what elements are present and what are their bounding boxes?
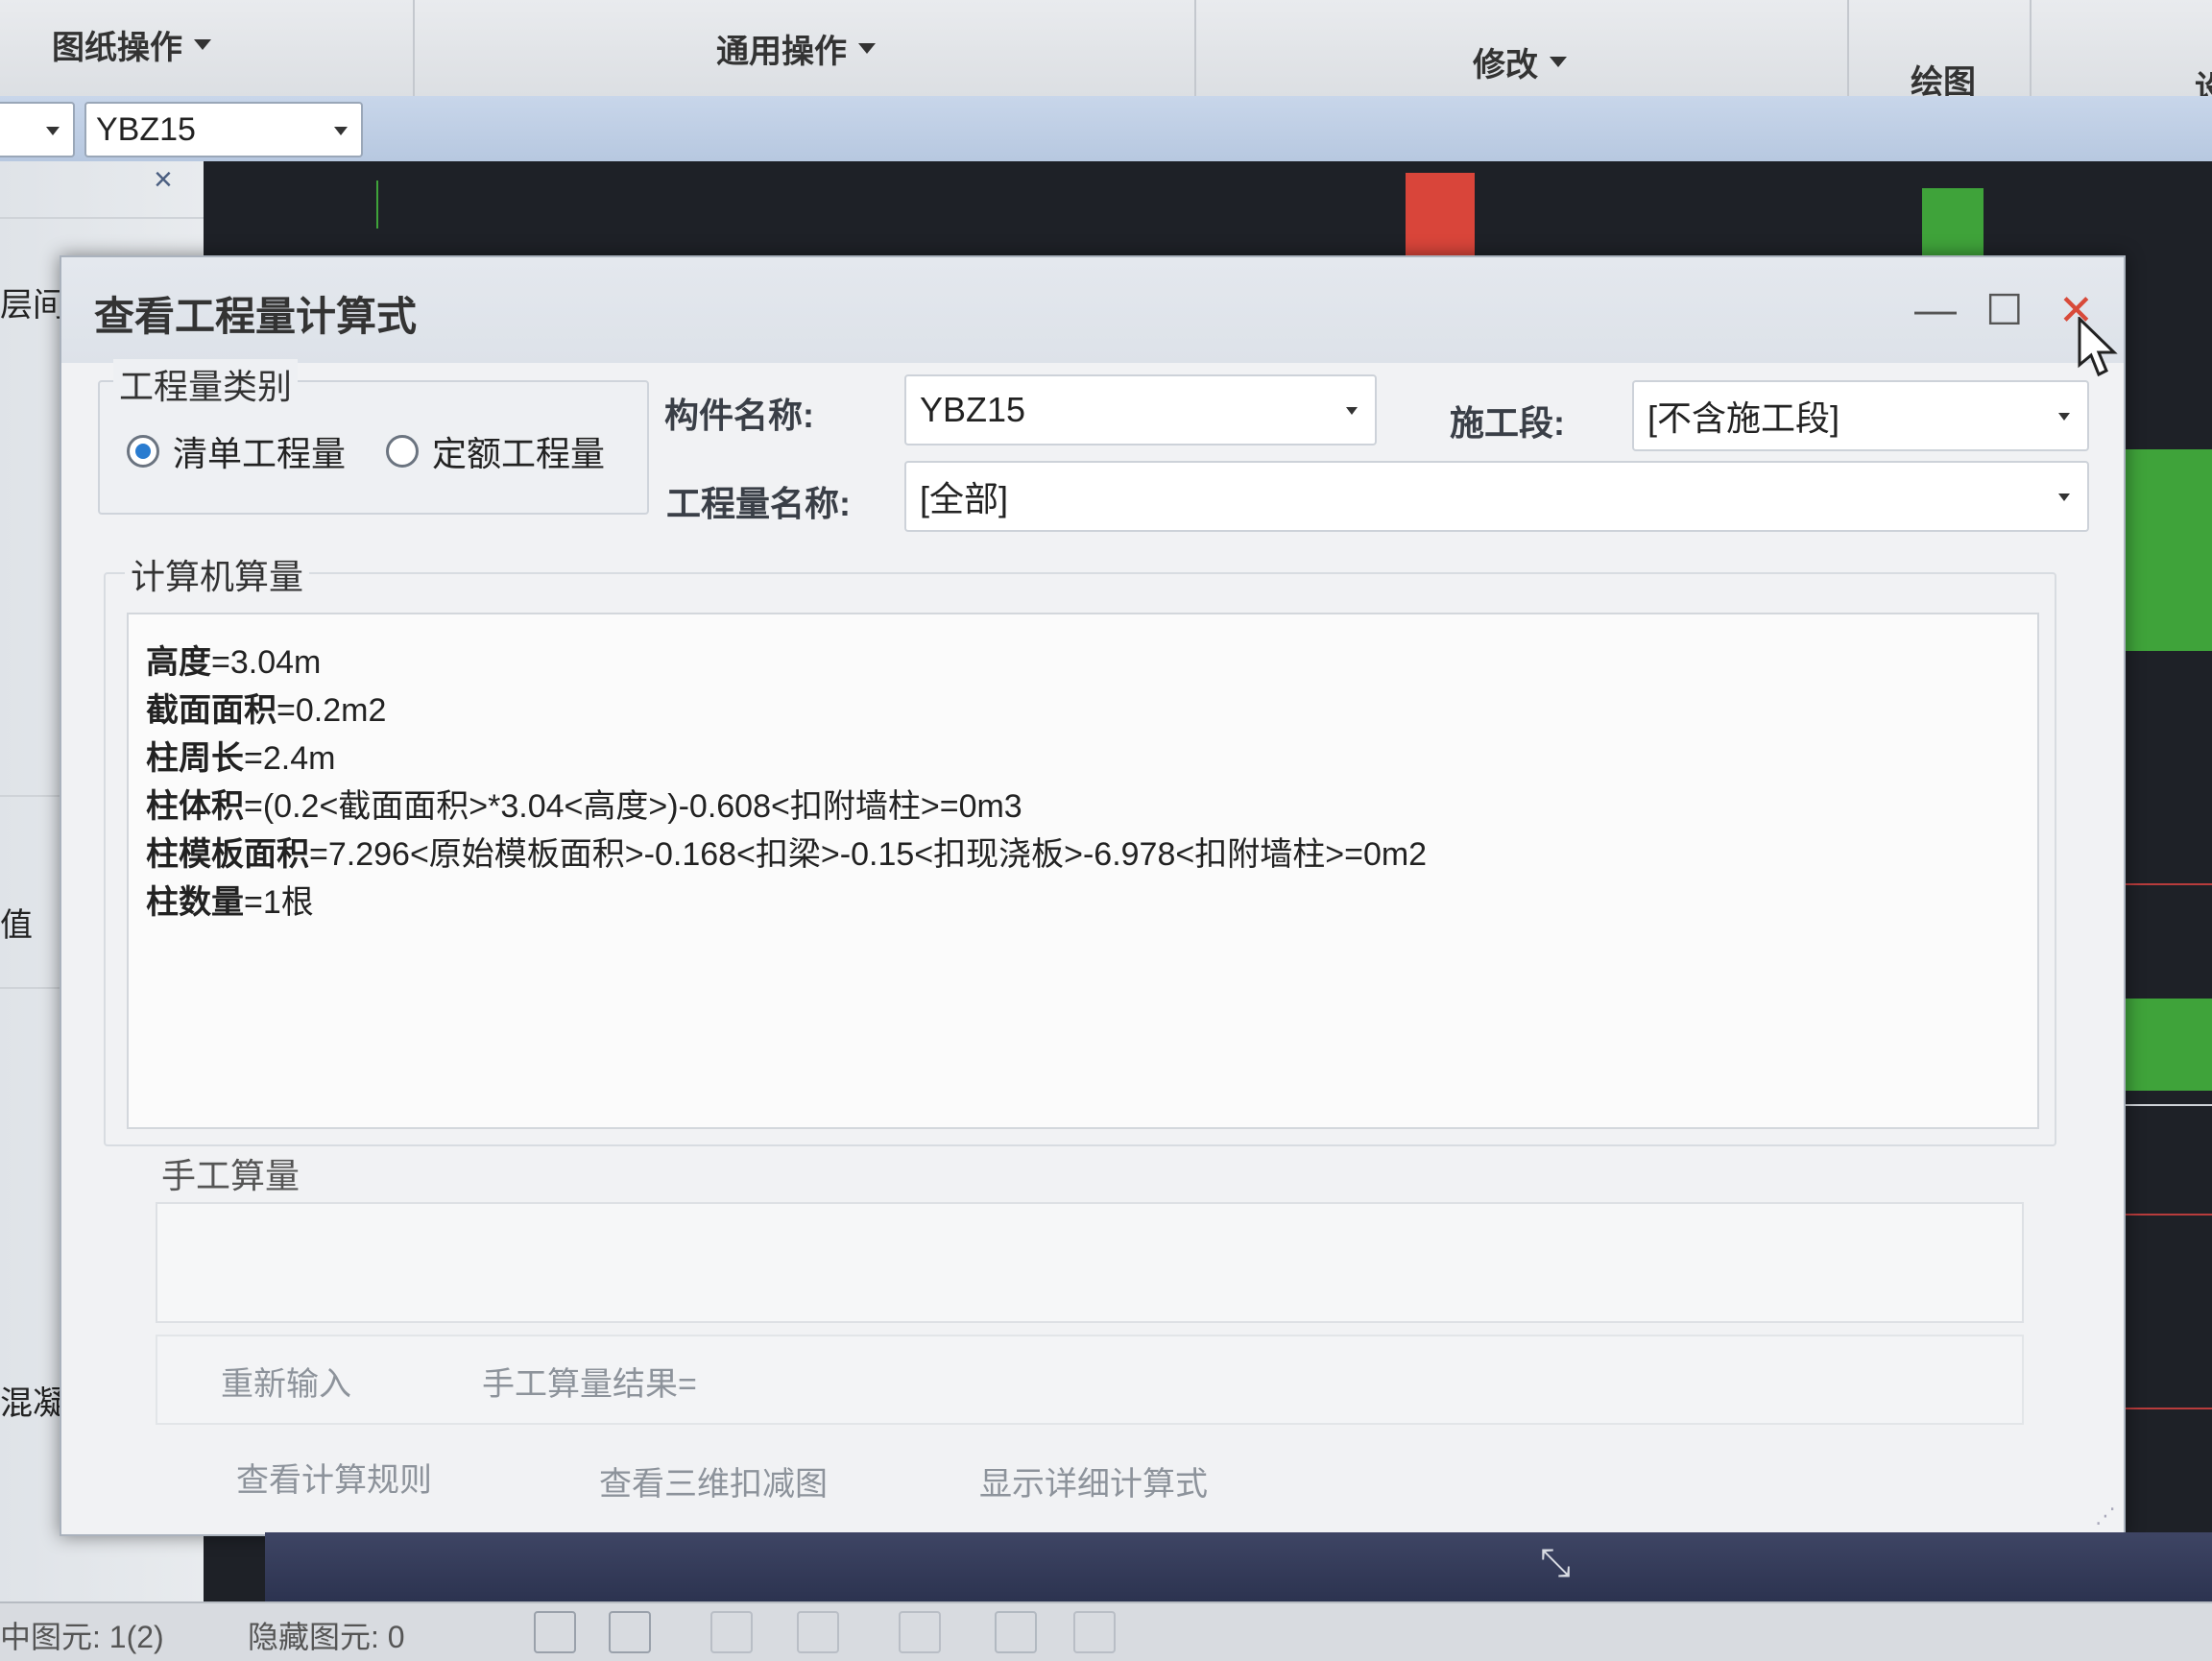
calc-item-expr: =0.2m2 <box>276 692 387 729</box>
radio-unselected-icon[interactable] <box>386 435 419 468</box>
chevron-down-icon <box>1550 57 1567 67</box>
minimize-button[interactable]: — <box>1914 286 1957 334</box>
calc-item-name: 柱数量 <box>146 884 244 921</box>
polar-toggle-icon[interactable] <box>797 1611 839 1653</box>
calc-line-perimeter: 柱周长=2.4m <box>146 732 335 779</box>
calc-item-expr: =7.296<原始模板面积>-0.168<扣梁>-0.15<扣现浇板>-6.97… <box>309 836 1428 873</box>
cad-canvas-bottom-strip: ⤡ <box>265 1532 2212 1601</box>
computer-calc-legend: 计算机算量 <box>125 549 310 599</box>
segment-label: 施工段: <box>1450 403 1565 443</box>
computer-calc-output[interactable]: 高度=3.04m 截面面积=0.2m2 柱周长=2.4m 柱体积=(0.2<截面… <box>127 613 2039 1129</box>
property-toolbar: YBZ15 <box>0 96 2212 161</box>
layer-combo[interactable] <box>0 102 75 157</box>
manual-calc-result-row: 重新输入 手工算量结果= <box>156 1335 2024 1425</box>
calc-line-volume: 柱体积=(0.2<截面面积>*3.04<高度>)-0.608<扣附墙柱>=0m3 <box>146 780 1022 827</box>
chevron-down-icon <box>1346 407 1358 415</box>
quantity-name-select[interactable]: [全部] <box>904 461 2089 532</box>
ribbon-general-ops-label: 通用操作 <box>716 34 847 70</box>
chevron-down-icon <box>858 43 876 54</box>
ribbon-drawing-ops-label: 图纸操作 <box>52 30 182 66</box>
panel-label-fragment: 层间 <box>0 287 65 324</box>
status-bar: 中图元: 1(2) 隐藏图元: 0 <box>0 1601 2212 1661</box>
chevron-down-icon <box>334 127 348 135</box>
display-toggle-icon[interactable] <box>995 1611 1037 1653</box>
calc-item-expr: =2.4m <box>244 740 336 777</box>
chevron-down-icon <box>194 39 211 50</box>
quantity-formula-dialog: 查看工程量计算式 — ☐ ✕ 工程量类别 清单工程量 定额工程量 构件名称: Y… <box>60 255 2126 1536</box>
ribbon-modify-menu[interactable]: 修改 <box>1473 38 1567 85</box>
manual-result-label: 手工算量结果= <box>482 1366 697 1403</box>
resize-grip-icon[interactable]: ⋰ <box>2095 1504 2116 1529</box>
close-icon[interactable]: × <box>154 161 173 199</box>
calc-line-height: 高度=3.04m <box>146 636 321 683</box>
ribbon-group-drawing: 图纸操作 <box>0 0 415 96</box>
manual-calc-legend: 手工算量 <box>156 1148 306 1198</box>
radio-selected-icon[interactable] <box>127 435 159 468</box>
component-name-label: 构件名称: <box>664 396 814 435</box>
column-green <box>2124 999 2212 1091</box>
collapse-arrows-icon[interactable]: ⤡ <box>1540 1542 1571 1585</box>
manual-calc-input[interactable] <box>156 1202 2024 1323</box>
radio-quota-quantity[interactable]: 定额工程量 <box>386 426 605 476</box>
calc-line-formwork-area: 柱模板面积=7.296<原始模板面积>-0.168<扣梁>-0.15<扣现浇板>… <box>146 828 1427 875</box>
chevron-down-icon <box>46 127 60 135</box>
ribbon-modify-label: 修改 <box>1473 47 1538 84</box>
radio-bill-quantity[interactable]: 清单工程量 <box>127 426 346 476</box>
calc-item-name: 高度 <box>146 644 211 681</box>
chevron-down-icon <box>2058 413 2070 421</box>
component-combo[interactable]: YBZ15 <box>84 102 363 157</box>
ribbon-drawing-ops-menu[interactable]: 图纸操作 <box>52 21 211 68</box>
calc-item-expr: =1根 <box>244 884 314 921</box>
panel-label-fragment: 值 <box>0 907 33 944</box>
chevron-down-icon <box>2058 493 2070 501</box>
quantity-type-group: 工程量类别 清单工程量 定额工程量 <box>98 359 649 515</box>
reenter-button[interactable]: 重新输入 <box>221 1358 351 1405</box>
component-name-select[interactable]: YBZ15 <box>904 374 1377 445</box>
column-green <box>2124 449 2212 651</box>
calc-line-section-area: 截面面积=0.2m2 <box>146 684 386 731</box>
segment-select[interactable]: [不含施工段] <box>1632 380 2089 451</box>
lineweight-toggle-icon[interactable] <box>1073 1611 1116 1653</box>
view-calc-rules-button[interactable]: 查看计算规则 <box>236 1454 432 1501</box>
dialog-title: 查看工程量计算式 <box>94 294 418 339</box>
ribbon-group-general: 通用操作 <box>413 0 1196 96</box>
mouse-cursor-icon <box>2078 317 2118 377</box>
radio-quota-quantity-label: 定额工程量 <box>432 434 606 473</box>
component-name-value: YBZ15 <box>920 390 1026 429</box>
status-selected-count: 中图元: 1(2) <box>0 1620 164 1654</box>
ribbon-group-draw: 绘图 <box>1847 0 2032 101</box>
show-detail-formula-button[interactable]: 显示详细计算式 <box>979 1457 1208 1505</box>
snap-toggle-icon[interactable] <box>609 1611 651 1653</box>
calc-item-expr: =3.04m <box>211 644 322 681</box>
axis-line <box>376 181 378 229</box>
calc-item-name: 截面面积 <box>146 692 276 729</box>
component-combo-value: YBZ15 <box>96 110 196 148</box>
divider <box>0 217 204 219</box>
quantity-type-legend: 工程量类别 <box>113 359 299 409</box>
segment-value: [不含施工段] <box>1647 398 1840 438</box>
ortho-toggle-icon[interactable] <box>534 1611 576 1653</box>
ribbon: 图纸操作 通用操作 修改 绘图 设 <box>0 0 2212 107</box>
quantity-name-label: 工程量名称: <box>666 484 851 523</box>
dialog-titlebar[interactable]: 查看工程量计算式 — ☐ ✕ <box>61 257 2124 363</box>
calc-item-expr: =(0.2<截面面积>*3.04<高度>)-0.608<扣附墙柱>=0m3 <box>244 788 1022 825</box>
maximize-button[interactable]: ☐ <box>1985 286 2023 335</box>
calc-item-name: 柱周长 <box>146 740 244 777</box>
view-3d-deduction-button[interactable]: 查看三维扣减图 <box>599 1457 828 1505</box>
grid-toggle-icon[interactable] <box>710 1611 753 1653</box>
calc-item-name: 柱体积 <box>146 788 244 825</box>
calc-item-name: 柱模板面积 <box>146 836 309 873</box>
track-toggle-icon[interactable] <box>899 1611 941 1653</box>
ribbon-group-modify: 修改 <box>1194 0 1849 96</box>
calc-line-count: 柱数量=1根 <box>146 876 314 923</box>
status-hidden-count: 隐藏图元: 0 <box>248 1620 405 1654</box>
ribbon-general-ops-menu[interactable]: 通用操作 <box>716 25 876 72</box>
quantity-name-value: [全部] <box>920 479 1009 518</box>
radio-bill-quantity-label: 清单工程量 <box>173 434 347 473</box>
